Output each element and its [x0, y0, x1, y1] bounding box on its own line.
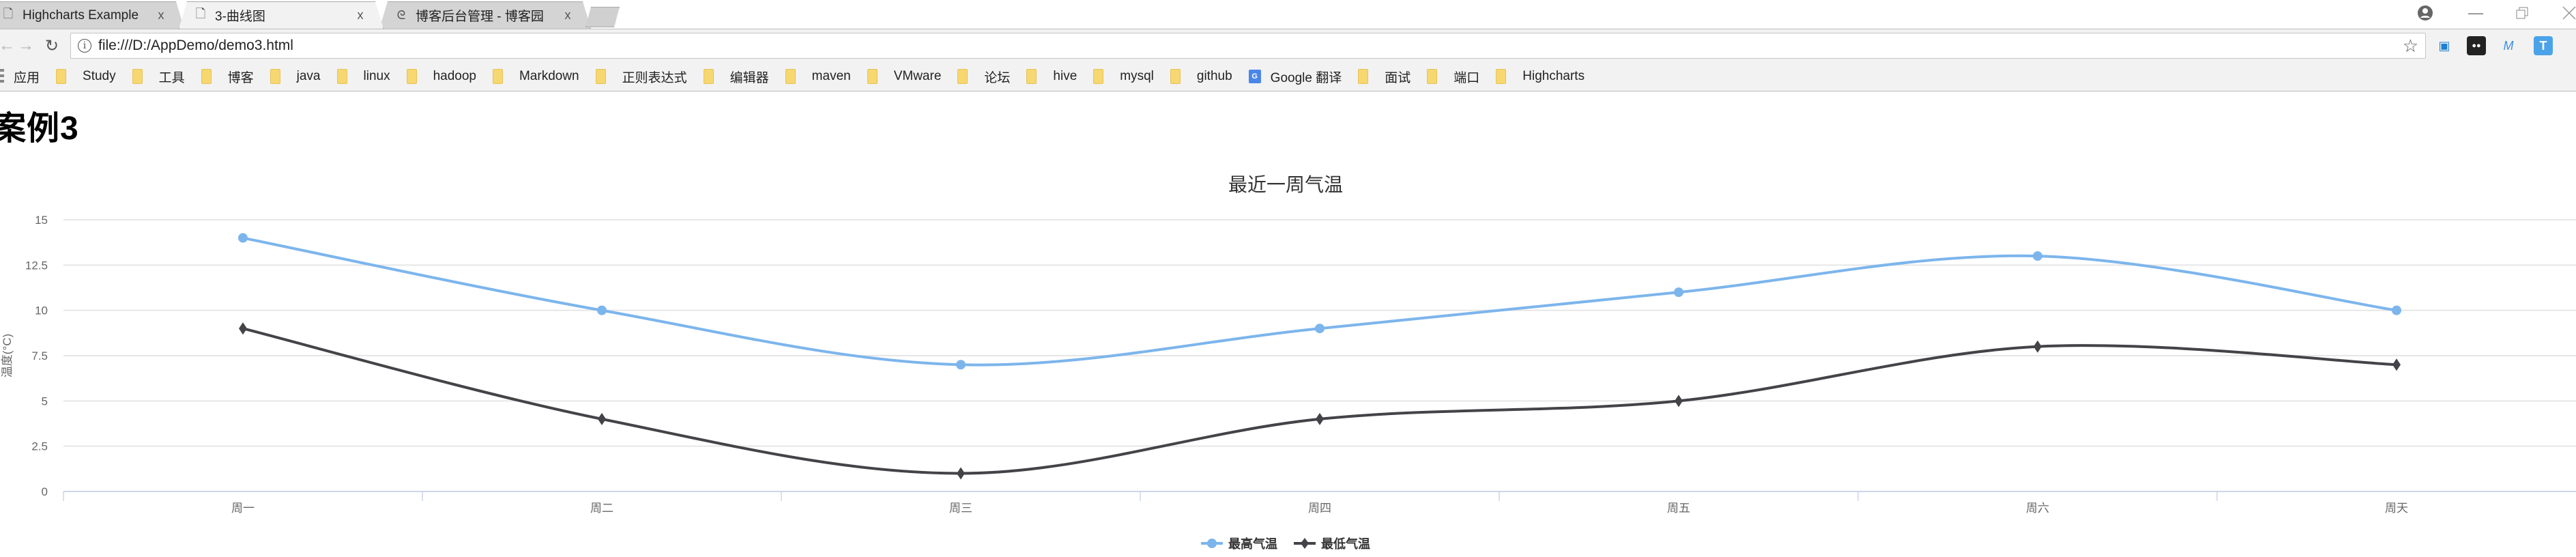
data-point[interactable]: [238, 233, 248, 243]
legend-label: 最高气温: [1228, 537, 1277, 551]
x-tick-label: 周一: [231, 502, 255, 515]
y-tick-label: 10: [35, 304, 48, 317]
x-tick-label: 周六: [2026, 502, 2049, 515]
data-point[interactable]: [1316, 412, 1324, 425]
line-chart: 最近一周气温 02.557.51012.515 温度(°C) 周一 周二 周三 周四周…: [1, 174, 2576, 551]
y-tick-label: 5: [42, 395, 48, 408]
y-tick-label: 2.5: [31, 440, 48, 453]
data-point[interactable]: [598, 412, 606, 425]
data-point[interactable]: [2033, 251, 2042, 261]
data-point[interactable]: [957, 467, 965, 480]
data-point[interactable]: [1674, 287, 1683, 298]
data-point[interactable]: [956, 360, 966, 370]
data-point[interactable]: [2392, 305, 2401, 315]
legend-marker: [1207, 539, 1217, 548]
y-tick-label: 7.5: [31, 349, 48, 362]
data-point[interactable]: [2392, 358, 2401, 371]
tab-label: 3-曲线图: [215, 10, 265, 24]
x-axis: 周一 周二 周三 周四 周五 周六 周天: [63, 491, 2576, 515]
legend-marker: [1301, 538, 1309, 549]
legend-item[interactable]: 最低气温: [1294, 537, 1370, 551]
x-tick-label: 周天: [2385, 502, 2408, 515]
tab-curve-chart[interactable]: 🗋 3-曲线图 x: [179, 1, 383, 29]
x-tick-label: 周二: [590, 502, 613, 515]
page-icon: 🗋: [195, 6, 206, 20]
y-tick-label: 15: [35, 214, 48, 227]
close-icon[interactable]: x: [350, 8, 371, 23]
y-tick-label: 0: [42, 485, 48, 498]
legend: 最高气温 最低气温: [1201, 537, 1370, 551]
y-axis-ticks: 0 2.5 5 7.5 10 12.5 15: [25, 214, 48, 498]
y-axis-title: 温度(°C): [1, 334, 14, 377]
data-point[interactable]: [2034, 340, 2042, 353]
y-tick-label: 12.5: [25, 259, 48, 272]
data-point[interactable]: [1675, 395, 1683, 408]
x-tick-label: 周三: [949, 502, 972, 515]
data-point[interactable]: [239, 322, 247, 335]
legend-label: 最低气温: [1321, 537, 1370, 551]
chart-title: 最近一周气温: [1228, 174, 1343, 195]
x-tick-label: 周四: [1308, 502, 1331, 515]
legend-item[interactable]: 最高气温: [1201, 537, 1277, 551]
x-tick-label: 周五: [1667, 502, 1690, 515]
data-point[interactable]: [597, 305, 607, 315]
series-max-temp: [238, 233, 2401, 370]
data-point[interactable]: [1315, 324, 1325, 334]
